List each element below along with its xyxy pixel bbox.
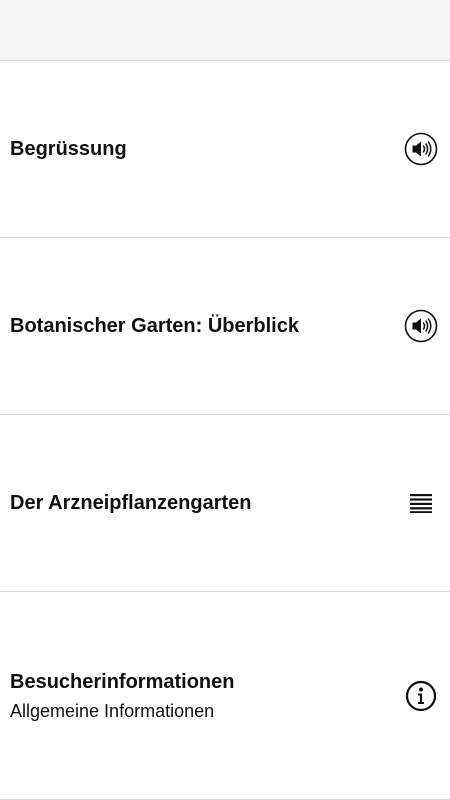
speaker-icon[interactable] [404, 309, 438, 343]
list-item-title: Besucherinformationen [10, 670, 235, 693]
tour-list: Begrüssung Botanischer Garten: Überblick [0, 61, 450, 800]
list-item-title: Begrüssung [10, 138, 127, 160]
list-item-text: Begrüssung [10, 136, 404, 162]
list-item-text: Besucherinformationen Allgemeine Informa… [10, 669, 404, 723]
list-item-subtitle: Allgemeine Informationen [10, 700, 215, 721]
top-bar [0, 0, 450, 61]
list-item-begruessung[interactable]: Begrüssung [0, 61, 450, 238]
list-item-arzneipflanzengarten[interactable]: Der Arzneipflanzengarten [0, 415, 450, 592]
list-item-title: Botanischer Garten: Überblick [10, 315, 299, 337]
list-icon[interactable] [404, 486, 438, 520]
list-item-besucherinformationen[interactable]: Besucherinformationen Allgemeine Informa… [0, 592, 450, 800]
info-icon[interactable] [404, 679, 438, 713]
list-item-text: Botanischer Garten: Überblick [10, 313, 404, 339]
list-item-text: Der Arzneipflanzengarten [10, 490, 404, 516]
list-item-title: Der Arzneipflanzengarten [10, 492, 252, 514]
list-item-botanischer-garten[interactable]: Botanischer Garten: Überblick [0, 238, 450, 415]
speaker-icon[interactable] [404, 132, 438, 166]
